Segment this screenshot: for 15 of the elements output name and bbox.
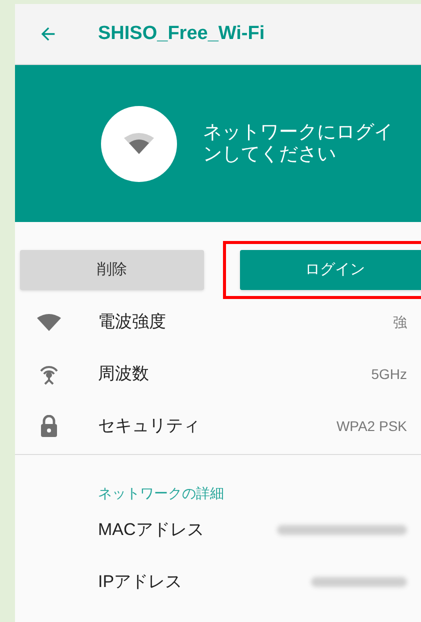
row-label: セキュリティ <box>98 415 201 438</box>
login-prompt: ネットワークにログインしてください <box>203 122 393 166</box>
detail-label: IPアドレス <box>98 571 184 594</box>
row-value: 5GHz <box>371 364 407 384</box>
delete-button[interactable]: 削除 <box>20 250 204 290</box>
row-label: 周波数 <box>98 363 150 386</box>
row-label: 電波強度 <box>98 311 167 334</box>
lock-icon <box>40 415 58 437</box>
detail-label: MACアドレス <box>98 519 205 542</box>
login-button[interactable]: ログイン <box>240 250 421 290</box>
wifi-signal-icon <box>36 313 62 331</box>
row-value: WPA2 PSK <box>336 416 407 436</box>
network-title: SHISO_Free_Wi-Fi <box>98 22 265 46</box>
section-heading: ネットワークの詳細 <box>98 484 224 503</box>
row-value: 強 <box>393 312 407 332</box>
